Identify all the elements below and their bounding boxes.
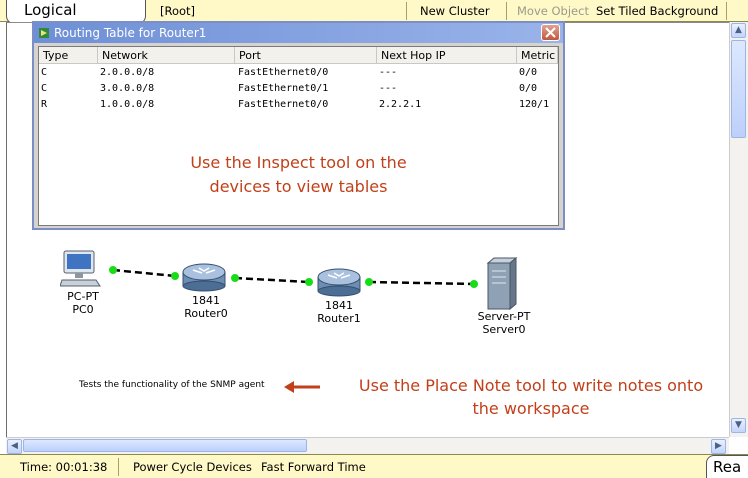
cell-metric: 120/1 [519, 99, 550, 110]
column-header-type[interactable]: Type [39, 47, 98, 63]
vertical-scrollbar[interactable]: ▲ ▼ [729, 22, 748, 437]
router0-label: 1841 Router0 [166, 294, 246, 320]
cell-metric: 0/0 [519, 67, 538, 78]
simulation-time: Time: 00:01:38 [20, 460, 108, 474]
workspace-note[interactable]: Tests the functionality of the SNMP agen… [79, 380, 265, 390]
router1-model: 1841 [325, 299, 353, 312]
scroll-left-icon[interactable]: ◀ [7, 439, 22, 454]
routing-table-titlebar[interactable]: Routing Table for Router1 [34, 23, 563, 43]
inspect-hint-line2: devices to view tables [209, 177, 388, 196]
link-port-indicator [365, 278, 373, 286]
link-router0-router1 [234, 276, 310, 284]
routing-table-content: Type Network Port Next Hop IP Metric C 2… [38, 46, 559, 226]
link-port-indicator [171, 272, 179, 280]
server0-label: Server-PT Server0 [464, 310, 544, 336]
cell-network: 2.0.0.0/8 [100, 67, 155, 78]
link-pc0-router0 [112, 268, 176, 278]
column-header-network[interactable]: Network [98, 47, 235, 63]
place-note-hint: Use the Place Note tool to write notes o… [332, 374, 730, 420]
router1-name: Router1 [317, 312, 361, 325]
inspect-hint-line1: Use the Inspect tool on the [190, 153, 407, 172]
cell-type: R [41, 99, 48, 110]
cell-next-hop: --- [379, 67, 398, 78]
router0-name: Router0 [184, 307, 228, 320]
column-header-next-hop[interactable]: Next Hop IP [377, 47, 517, 63]
bottom-toolbar: Time: 00:01:38 Power Cycle Devices Fast … [0, 454, 748, 478]
link-port-indicator [109, 266, 117, 274]
cell-metric: 0/0 [519, 83, 538, 94]
link-port-indicator [470, 280, 478, 288]
cell-type: C [41, 83, 48, 94]
place-note-line1: Use the Place Note tool to write notes o… [358, 376, 704, 395]
server0-name: Server0 [482, 323, 526, 336]
scroll-right-icon[interactable]: ▶ [711, 439, 726, 454]
cell-type: C [41, 67, 48, 78]
table-header: Type Network Port Next Hop IP Metric [39, 47, 558, 64]
server-icon[interactable] [484, 257, 520, 311]
pc0-model: PC-PT [67, 290, 99, 303]
horizontal-scrollbar[interactable]: ◀ ▶ [6, 437, 729, 454]
cell-next-hop: 2.2.2.1 [379, 99, 422, 110]
pc-icon[interactable] [60, 250, 102, 288]
link-port-indicator [305, 278, 313, 286]
routing-table-window[interactable]: Routing Table for Router1 Type Network P… [32, 21, 565, 230]
arrow-left-icon [284, 381, 320, 393]
close-button[interactable] [541, 24, 560, 41]
column-header-port[interactable]: Port [235, 47, 377, 63]
vertical-scroll-thumb[interactable] [731, 40, 746, 138]
cell-port: FastEthernet0/0 [238, 67, 329, 78]
cell-network: 3.0.0.0/8 [100, 83, 155, 94]
column-header-metric[interactable]: Metric [517, 47, 558, 63]
horizontal-scroll-thumb[interactable] [23, 439, 307, 452]
server0-model: Server-PT [477, 310, 531, 323]
routing-table-title: Routing Table for Router1 [54, 26, 207, 40]
toolbar-divider [118, 458, 119, 476]
cell-network: 1.0.0.0/8 [100, 99, 155, 110]
router-icon[interactable] [181, 260, 227, 292]
inspect-tool-hint: Use the Inspect tool on the devices to v… [39, 151, 558, 199]
cell-port: FastEthernet0/1 [238, 83, 329, 94]
pc0-name: PC0 [72, 303, 94, 316]
app-icon [39, 28, 49, 38]
cell-port: FastEthernet0/0 [238, 99, 329, 110]
link-port-indicator [231, 274, 239, 282]
router-icon[interactable] [316, 265, 362, 297]
scroll-up-icon[interactable]: ▲ [731, 23, 746, 38]
close-icon [545, 27, 556, 38]
realtime-tab[interactable]: Rea [706, 455, 748, 478]
router1-label: 1841 Router1 [299, 299, 379, 325]
link-router1-server0 [368, 280, 475, 286]
place-note-line2: the workspace [472, 399, 590, 418]
fast-forward-button[interactable]: Fast Forward Time [261, 460, 366, 474]
cell-next-hop: --- [379, 83, 398, 94]
power-cycle-button[interactable]: Power Cycle Devices [133, 460, 252, 474]
router0-model: 1841 [192, 294, 220, 307]
scroll-down-icon[interactable]: ▼ [731, 418, 746, 433]
pc0-label: PC-PT PC0 [43, 290, 123, 316]
realtime-tab-label: Rea [713, 458, 742, 476]
